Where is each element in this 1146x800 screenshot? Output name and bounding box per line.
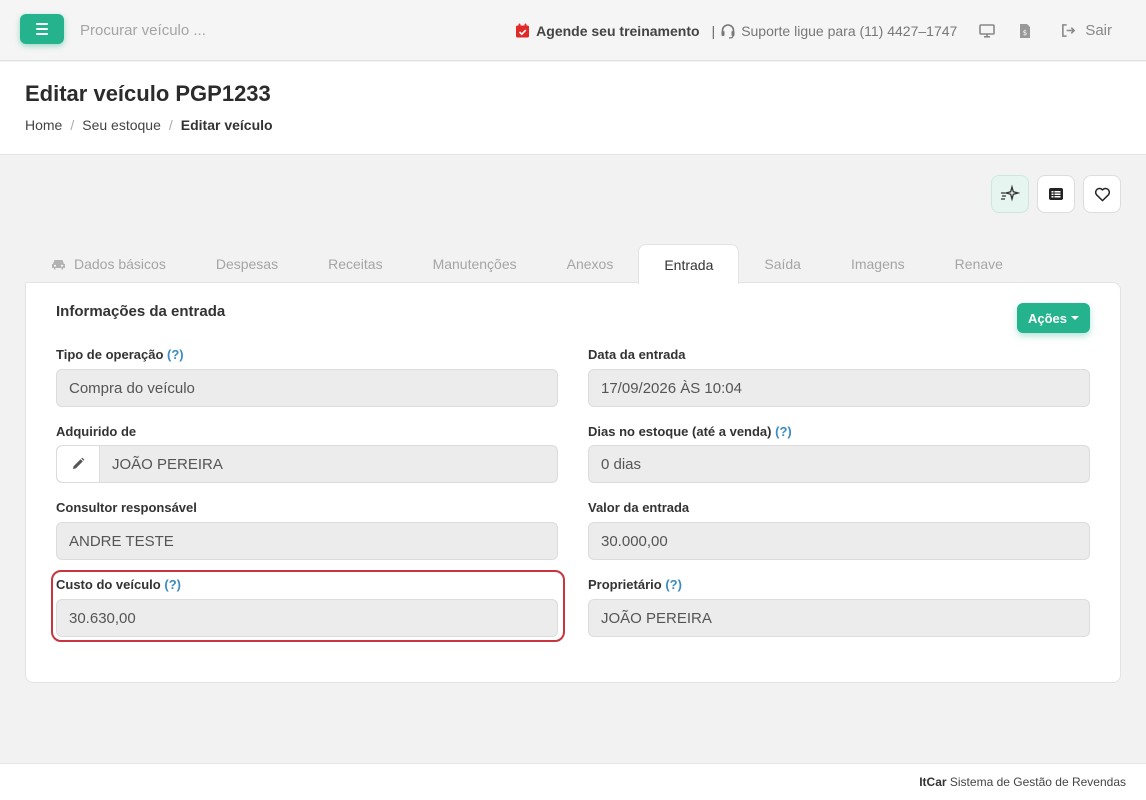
label-text: Consultor responsável (56, 500, 197, 515)
hamburger-icon-line (36, 33, 48, 35)
label-text: Tipo de operação (56, 347, 164, 362)
page-title: Editar veículo PGP1233 (25, 81, 271, 106)
entry-date-field[interactable]: 17/09/2026 ÀS 10:04 (588, 369, 1090, 407)
tab-entrada[interactable]: Entrada (638, 244, 740, 284)
owner-label: Proprietário (?) (588, 577, 682, 592)
hamburger-icon-line (36, 28, 48, 30)
caret-down-icon (1071, 316, 1079, 320)
footer: ItCar Sistema de Gestão de Revendas (0, 763, 1146, 800)
tab-anexos[interactable]: Anexos (542, 244, 639, 283)
support-label: Suporte ligue para (11) 4427–1747 (741, 22, 958, 39)
operation-type-label: Tipo de operação (?) (56, 347, 184, 362)
entry-info-card: Informações da entrada Ações Tipo de ope… (25, 282, 1121, 683)
actions-dropdown-button[interactable]: Ações (1016, 303, 1090, 333)
breadcrumb-home-link[interactable]: Home (25, 117, 62, 133)
tab-label: Anexos (566, 255, 614, 272)
consultant-field[interactable]: ANDRE TESTE (56, 522, 558, 560)
hamburger-icon-line (36, 23, 48, 25)
field-value: Compra do veículo (69, 379, 195, 397)
tab-label: Dados básicos (74, 255, 166, 272)
vehicle-search-input[interactable] (70, 14, 370, 46)
section-title: Informações da entrada (56, 303, 226, 320)
label-text: Valor da entrada (588, 500, 690, 515)
headset-icon (721, 23, 735, 39)
ai-sparkle-button[interactable] (991, 175, 1029, 213)
label-text: Data da entrada (588, 347, 686, 362)
help-link[interactable]: (?) (775, 424, 792, 439)
tab-dados-basicos[interactable]: Dados básicos (26, 244, 191, 283)
entry-value-field[interactable]: 30.000,00 (588, 522, 1090, 560)
vehicle-tabs: Dados básicos Despesas Receitas Manutenç… (26, 244, 1028, 284)
separator: | (711, 22, 716, 39)
days-in-stock-field[interactable]: 0 dias (588, 445, 1090, 483)
logout-icon (1062, 24, 1076, 37)
highlight-box (51, 570, 565, 642)
field-value: 17/09/2026 ÀS 10:04 (601, 379, 742, 397)
tab-renave[interactable]: Renave (930, 244, 1028, 283)
help-link[interactable]: (?) (665, 577, 682, 592)
tab-receitas[interactable]: Receitas (303, 244, 407, 283)
breadcrumb-stock-link[interactable]: Seu estoque (82, 117, 161, 133)
schedule-training-label: Agende seu treinamento (536, 22, 700, 39)
breadcrumb-current: Editar veículo (180, 117, 273, 133)
field-value: JOÃO PEREIRA (112, 455, 223, 473)
acquired-from-label: Adquirido de (56, 424, 136, 439)
consultant-label: Consultor responsável (56, 500, 197, 515)
list-button[interactable] (1037, 175, 1075, 213)
label-text: Dias no estoque (até a venda) (588, 424, 772, 439)
field-value: ANDRE TESTE (69, 532, 174, 550)
tab-label: Despesas (215, 255, 279, 272)
tab-label: Renave (954, 255, 1003, 272)
tab-label: Manutenções (432, 255, 517, 272)
tab-label: Entrada (664, 256, 714, 273)
tab-label: Imagens (850, 255, 905, 272)
actions-label: Ações (1027, 310, 1067, 326)
label-text: Proprietário (588, 577, 662, 592)
top-bar: Agende seu treinamento | Suporte ligue p… (0, 0, 1146, 61)
logout-button[interactable]: Sair (1061, 22, 1112, 39)
menu-toggle-button[interactable] (20, 14, 64, 44)
entry-value-label: Valor da entrada (588, 500, 689, 515)
field-value: 30.000,00 (601, 532, 668, 550)
entry-date-label: Data da entrada (588, 347, 686, 362)
sparkle-icon (1001, 184, 1020, 202)
footer-brand: ItCar (919, 775, 947, 789)
acquired-from-field[interactable]: JOÃO PEREIRA (56, 445, 558, 483)
operation-type-field[interactable]: Compra do veículo (56, 369, 558, 407)
svg-text:$: $ (1023, 29, 1027, 37)
invoice-document-icon[interactable]: $ (1017, 23, 1033, 39)
monitor-icon[interactable] (979, 23, 996, 39)
days-in-stock-label: Dias no estoque (até a venda) (?) (588, 424, 792, 439)
pencil-icon (73, 457, 85, 469)
logout-label: Sair (1085, 22, 1112, 39)
top-right-group: Agende seu treinamento | Suporte ligue p… (515, 0, 1146, 61)
help-link[interactable]: (?) (167, 347, 184, 362)
page-header: Editar veículo PGP1233 Home / Seu estoqu… (0, 62, 1146, 155)
tab-label: Saída (764, 255, 801, 272)
schedule-training-link[interactable]: Agende seu treinamento (515, 22, 700, 39)
tab-manutencoes[interactable]: Manutenções (408, 244, 542, 283)
field-value: JOÃO PEREIRA (601, 609, 712, 627)
support-info: Suporte ligue para (11) 4427–1747 (720, 23, 957, 39)
tab-label: Receitas (328, 255, 383, 272)
breadcrumb: Home / Seu estoque / Editar veículo (25, 117, 273, 133)
footer-text: Sistema de Gestão de Revendas (949, 775, 1126, 789)
tab-imagens[interactable]: Imagens (826, 244, 930, 283)
edit-acquired-from-button[interactable] (57, 446, 100, 482)
list-icon (1049, 188, 1063, 200)
field-value: 0 dias (601, 455, 642, 473)
breadcrumb-separator: / (70, 117, 75, 133)
calendar-icon (516, 23, 530, 38)
label-text: Adquirido de (56, 424, 137, 439)
breadcrumb-separator: / (168, 117, 173, 133)
tab-despesas[interactable]: Despesas (191, 244, 303, 283)
car-icon (52, 259, 65, 269)
owner-field[interactable]: JOÃO PEREIRA (588, 599, 1090, 637)
tab-saida[interactable]: Saída (739, 244, 826, 283)
favorite-button[interactable] (1083, 175, 1121, 213)
heart-icon (1094, 187, 1110, 201)
